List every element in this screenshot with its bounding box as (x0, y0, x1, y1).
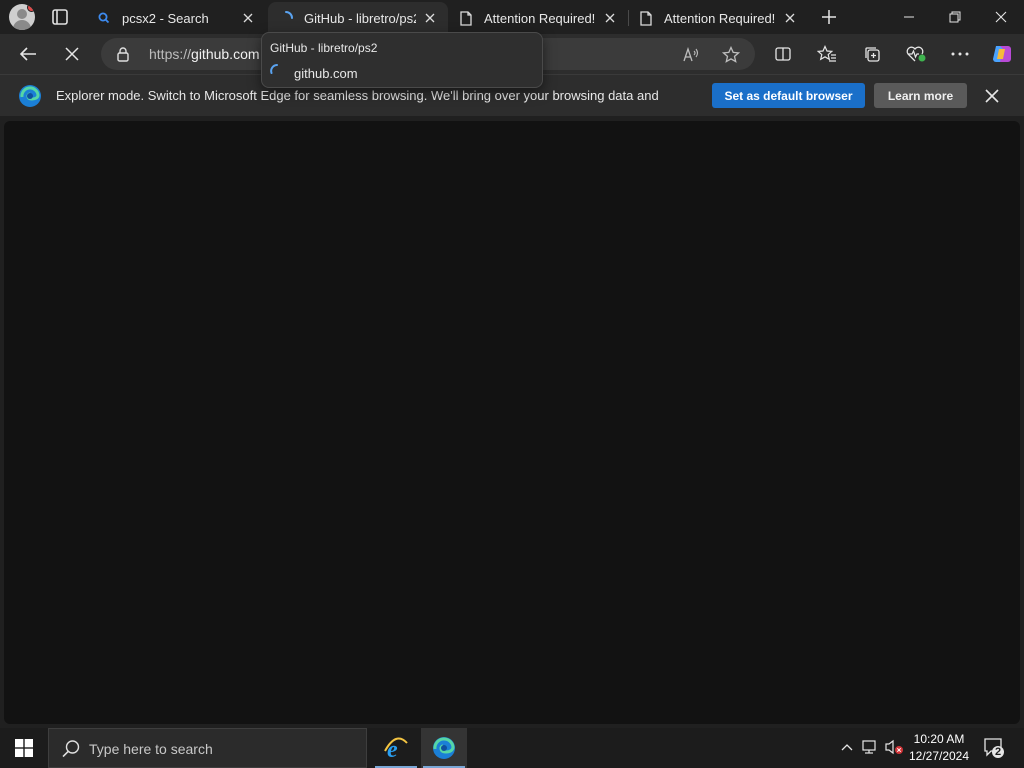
tab-github-libretro-ps2[interactable]: GitHub - libretro/ps2 (268, 2, 448, 34)
plus-icon (822, 10, 836, 24)
clock-time: 10:20 AM (913, 732, 965, 746)
page-icon (638, 10, 654, 26)
windows-logo-icon (15, 739, 33, 757)
tab-title: Attention Required! | C (484, 10, 596, 26)
tab-attention-required-1[interactable]: Attention Required! | C (448, 2, 628, 34)
set-default-browser-button[interactable]: Set as default browser (712, 83, 865, 108)
restore-button[interactable] (932, 0, 978, 34)
ellipsis-icon (951, 52, 969, 56)
tab-pcsx2-search[interactable]: pcsx2 - Search (86, 2, 266, 34)
close-tab-icon[interactable] (782, 10, 798, 26)
collections-button[interactable] (858, 40, 886, 68)
tab-title: GitHub - libretro/ps2 (304, 10, 416, 26)
split-screen-icon (775, 47, 791, 61)
internet-explorer-icon: e (384, 737, 408, 761)
heart-pulse-icon (906, 46, 926, 62)
tab-strip: pcsx2 - Search GitHub - libretro/ps2 Att… (0, 0, 1024, 34)
back-arrow-icon (19, 47, 36, 61)
search-icon (61, 739, 81, 759)
url-text[interactable]: https://github.com (149, 46, 260, 62)
tab-attention-required-2[interactable]: Attention Required! | C (628, 2, 808, 34)
page-icon (458, 10, 474, 26)
loading-spinner-icon (270, 64, 284, 78)
lock-icon[interactable] (115, 46, 131, 62)
favorites-icon (817, 45, 836, 62)
notification-icon (984, 738, 1004, 758)
read-aloud-icon[interactable] (680, 44, 702, 66)
tab-actions-icon[interactable] (48, 6, 72, 28)
close-icon (65, 47, 79, 61)
start-button[interactable] (0, 728, 48, 768)
url-scheme: https:// (149, 46, 192, 62)
windows-taskbar: Type here to search e 10:20 AM 12/27/202… (0, 728, 1024, 768)
minimize-button[interactable] (886, 0, 932, 34)
window-controls (886, 0, 1024, 34)
browser-essentials-button[interactable] (902, 40, 930, 68)
loading-spinner-icon (278, 10, 294, 26)
search-icon (96, 10, 112, 26)
more-options-button[interactable] (946, 40, 974, 68)
notification-count-badge: 2 (995, 746, 1002, 758)
learn-more-button[interactable]: Learn more (874, 83, 967, 108)
notification-center-button[interactable]: 2 (982, 736, 1006, 760)
show-hidden-icons-chevron-icon[interactable] (836, 736, 858, 758)
tab-title: Attention Required! | C (664, 10, 776, 26)
taskbar-search-box[interactable]: Type here to search (48, 728, 367, 768)
hovercard-url: github.com (294, 66, 358, 81)
network-icon[interactable] (859, 736, 881, 758)
url-domain: github.com (191, 46, 260, 62)
profile-alert-badge (27, 4, 35, 12)
page-content-area[interactable] (4, 121, 1020, 724)
copilot-icon (993, 46, 1011, 62)
split-screen-button[interactable] (769, 40, 797, 68)
browser-window: pcsx2 - Search GitHub - libretro/ps2 Att… (0, 0, 1024, 768)
back-button[interactable] (14, 40, 42, 68)
infobar-message: Explorer mode. Switch to Microsoft Edge … (56, 88, 659, 103)
copilot-button[interactable] (988, 40, 1016, 68)
close-tab-icon[interactable] (422, 10, 438, 26)
profile-avatar[interactable] (9, 4, 35, 30)
new-tab-button[interactable] (818, 6, 840, 28)
taskbar-microsoft-edge[interactable] (421, 728, 467, 768)
clock-date: 12/27/2024 (908, 749, 970, 763)
close-tab-icon[interactable] (602, 10, 618, 26)
close-window-button[interactable] (978, 0, 1024, 34)
taskbar-internet-explorer[interactable]: e (373, 728, 419, 768)
close-icon[interactable] (983, 87, 1001, 105)
tab-hover-card: GitHub - libretro/ps2 github.com (261, 32, 543, 88)
edge-icon (433, 737, 455, 759)
close-tab-icon[interactable] (240, 10, 256, 26)
collections-icon (865, 47, 880, 62)
edge-logo-icon (18, 84, 42, 108)
search-placeholder: Type here to search (89, 741, 213, 757)
favorites-button[interactable] (813, 40, 841, 68)
hovercard-title: GitHub - libretro/ps2 (270, 41, 378, 55)
tab-title: pcsx2 - Search (122, 10, 209, 26)
stop-loading-button[interactable] (58, 40, 86, 68)
taskbar-clock[interactable]: 10:20 AM 12/27/2024 (902, 731, 976, 765)
favorite-star-icon[interactable] (720, 44, 742, 66)
